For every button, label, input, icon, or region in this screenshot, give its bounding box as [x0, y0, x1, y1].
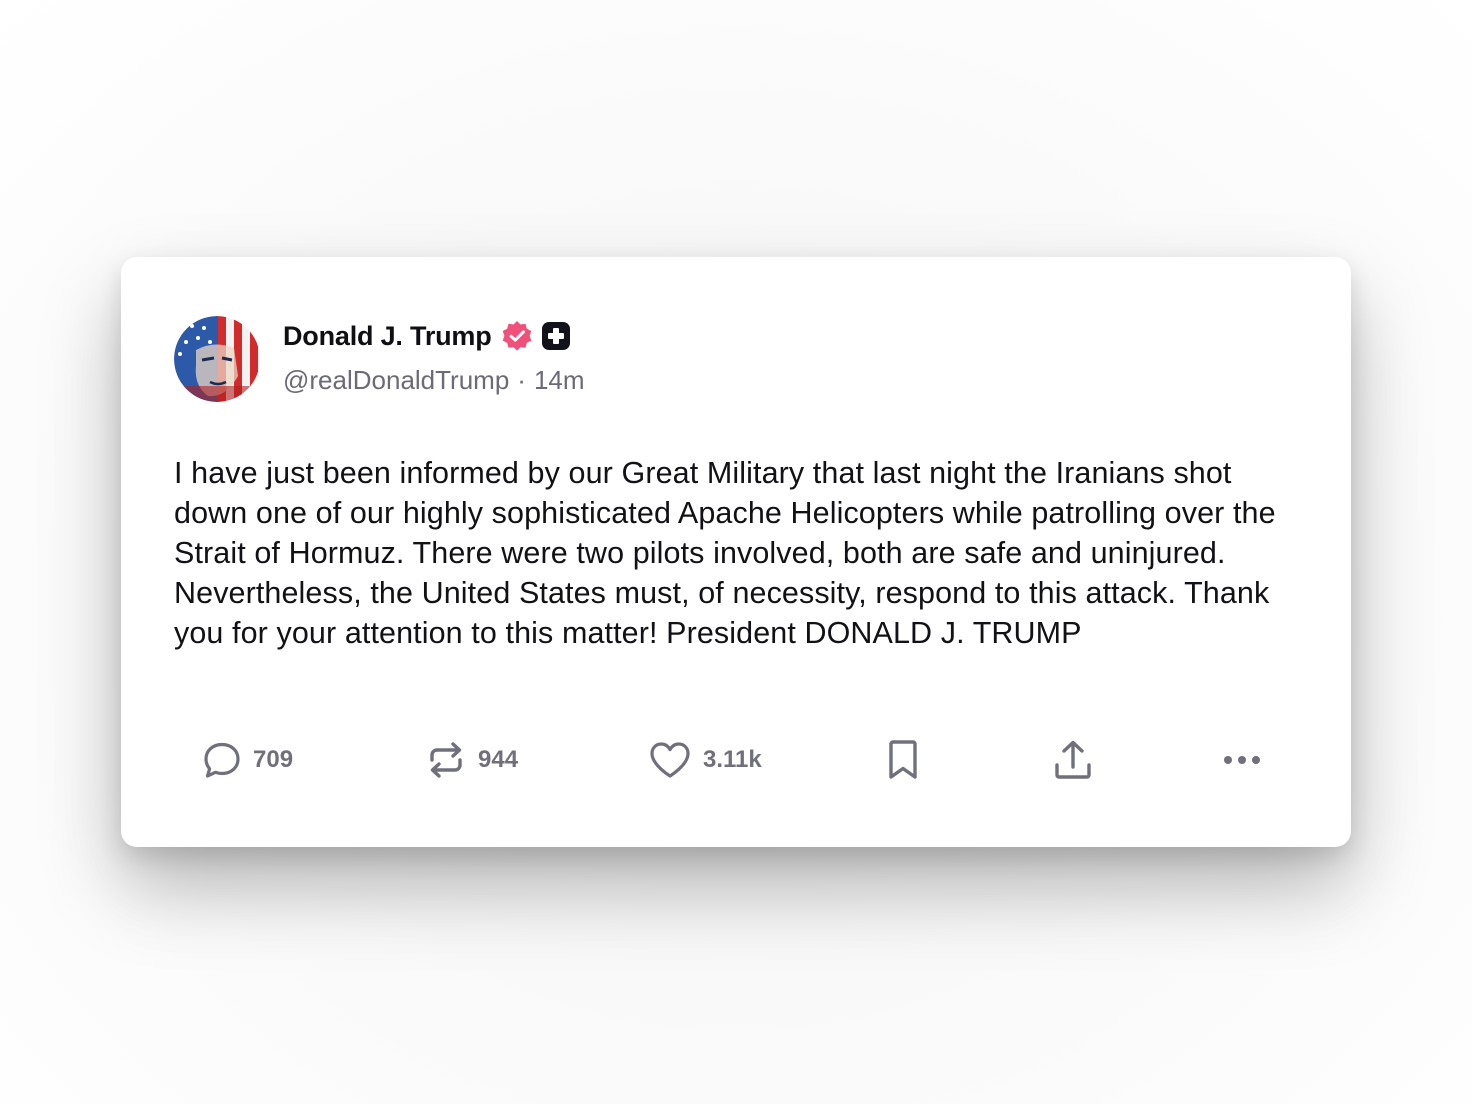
post-card: Donald J. Trump @realDonaldTrump · 14m I… [121, 257, 1351, 847]
author-name-row: Donald J. Trump [283, 317, 571, 355]
heart-icon [650, 742, 690, 778]
share-icon [1055, 740, 1091, 779]
post-actions-bar: 709 944 3.11k [121, 735, 1351, 785]
bookmark-icon [889, 740, 917, 779]
share-button[interactable] [1053, 735, 1093, 785]
verified-badge-icon [501, 320, 533, 352]
avatar-image [174, 316, 260, 402]
bookmark-button[interactable] [886, 735, 920, 785]
repost-icon [430, 742, 462, 778]
like-button[interactable]: 3.11k [649, 735, 762, 785]
post-timestamp[interactable]: 14m [534, 365, 585, 396]
post-text: I have just been informed by our Great M… [174, 456, 1276, 650]
page-background: Donald J. Trump @realDonaldTrump · 14m I… [0, 0, 1472, 1104]
author-handle[interactable]: @realDonaldTrump [283, 365, 509, 396]
meta-separator: · [517, 365, 526, 395]
comment-icon [204, 742, 240, 778]
like-count: 3.11k [703, 746, 762, 773]
more-icon [1224, 756, 1260, 764]
more-options-button[interactable] [1222, 735, 1262, 785]
reply-button[interactable]: 709 [203, 735, 293, 785]
avatar[interactable] [174, 316, 260, 402]
repost-count: 944 [478, 746, 519, 773]
plus-badge-icon [541, 321, 571, 351]
author-meta-row: @realDonaldTrump · 14m [283, 365, 585, 396]
author-display-name[interactable]: Donald J. Trump [283, 321, 492, 352]
repost-button[interactable]: 944 [426, 735, 518, 785]
reply-count: 709 [253, 746, 294, 773]
